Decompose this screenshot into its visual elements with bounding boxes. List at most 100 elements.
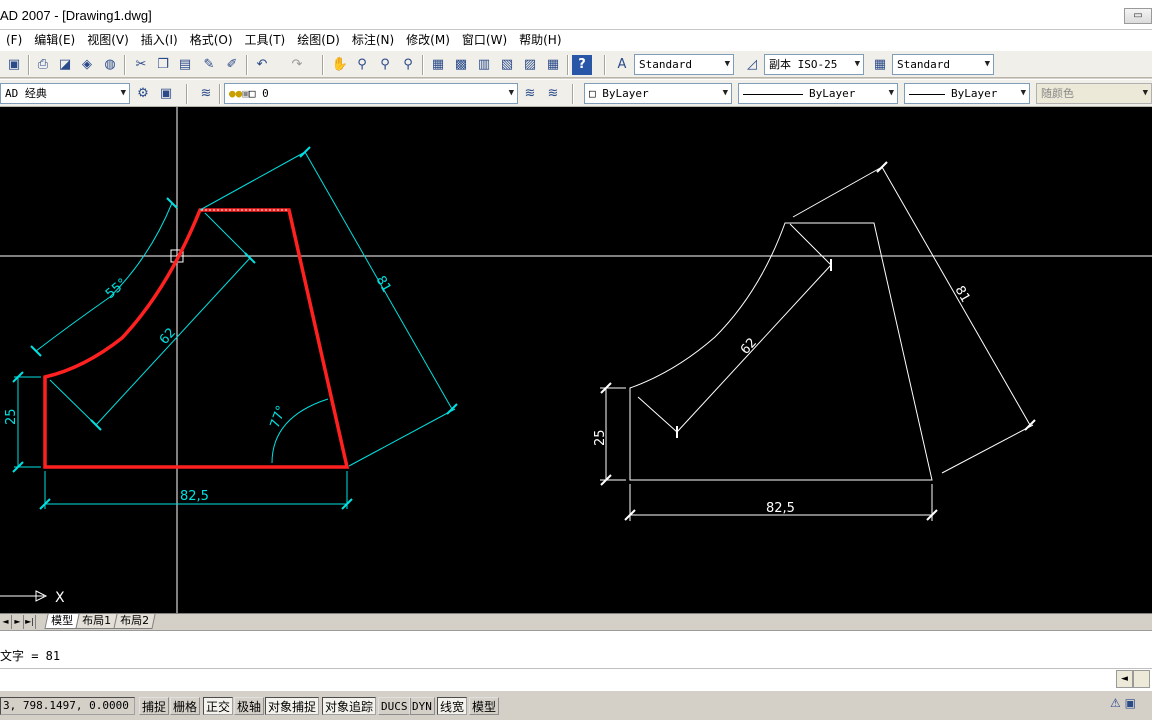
matchprop-icon[interactable]: ✎ (199, 55, 219, 75)
menu-insert[interactable]: 插入(I) (135, 30, 184, 50)
right-dimension-ticks (600, 161, 1036, 521)
communication-center-icon[interactable]: ⚠ (1110, 696, 1121, 710)
color-swatch-icon: □ (589, 87, 603, 100)
tool-palettes-icon[interactable]: ▥ (474, 55, 494, 75)
print-icon[interactable]: ⎙ (33, 55, 53, 75)
layout-tabs: ◄ ► ►| 模型 布局1 布局2 (0, 613, 1152, 629)
selected-profile[interactable] (43, 208, 350, 469)
snap-toggle[interactable]: 捕捉 (139, 697, 170, 715)
help-icon[interactable]: ? (572, 55, 592, 75)
paste-icon[interactable]: ▤ (175, 55, 195, 75)
command-divider (0, 668, 1152, 669)
linetype-select[interactable]: ByLayer ▼ (738, 83, 898, 104)
layer-manager-icon[interactable]: ≋ (196, 84, 216, 104)
menu-edit[interactable]: 编辑(E) (28, 30, 81, 50)
layer-select[interactable]: ●●▣□ 0 ▼ (224, 83, 518, 104)
restore-button[interactable]: ▭ (1124, 8, 1152, 24)
dim-left-radius: 62 (157, 325, 179, 347)
profile-outline[interactable] (43, 208, 350, 469)
tab-nav-next[interactable]: ► (12, 614, 24, 629)
left-dimension-texts: 82,5 25 81 62 55° 77° (4, 274, 394, 505)
osnap-toggle[interactable]: 对象捕捉 (265, 697, 320, 715)
dim-left-height: 25 (4, 408, 19, 425)
globe-icon[interactable]: ◍ (100, 55, 120, 75)
dim-right-slant: 81 (952, 284, 973, 306)
brush-icon[interactable]: ✐ (222, 55, 242, 75)
zoom-realtime-icon[interactable]: ⚲ (352, 55, 372, 75)
menu-window[interactable]: 窗口(W) (456, 30, 513, 50)
publish-icon[interactable]: ◈ (77, 55, 97, 75)
table-style-select[interactable]: Standard ▼ (892, 54, 994, 75)
layer-lock-icon: ▣ (242, 87, 249, 100)
reference-outline[interactable] (629, 222, 933, 481)
grid-toggle[interactable]: 栅格 (170, 697, 201, 715)
cut-icon[interactable]: ✂ (131, 55, 151, 75)
dim-right-height: 25 (593, 429, 608, 446)
drawing-canvas[interactable]: 82,5 25 81 62 55° 77° X 82,5 25 81 62 (0, 107, 1152, 613)
text-style-select[interactable]: Standard ▼ (634, 54, 734, 75)
tab-model[interactable]: 模型 (44, 614, 80, 629)
zoom-window-icon[interactable]: ⚲ (375, 55, 395, 75)
lineweight-select[interactable]: ByLayer ▼ (904, 83, 1030, 104)
color-select[interactable]: □ ByLayer ▼ (584, 83, 732, 104)
title-bar: AD 2007 - [Drawing1.dwg] ▭ (0, 0, 1152, 30)
lineweight-toggle[interactable]: 线宽 (437, 697, 468, 715)
window-controls: ▭ (1122, 8, 1152, 24)
tab-layout1[interactable]: 布局1 (75, 614, 118, 629)
markup-icon[interactable]: ▨ (520, 55, 540, 75)
sheet-set-icon[interactable]: ▧ (497, 55, 517, 75)
tab-nav-prev[interactable]: ◄ (0, 614, 12, 629)
dim-style-select[interactable]: 副本 ISO-25 ▼ (764, 54, 864, 75)
menu-tools[interactable]: 工具(T) (239, 30, 292, 50)
calculator-icon[interactable]: ▦ (543, 55, 563, 75)
menu-help[interactable]: 帮助(H) (513, 30, 567, 50)
coordinate-readout[interactable]: 3, 798.1497, 0.0000 (0, 697, 135, 715)
otrack-toggle[interactable]: 对象追踪 (322, 697, 377, 715)
undo-icon[interactable]: ↶ (252, 55, 272, 75)
polar-toggle[interactable]: 极轴 (234, 697, 265, 715)
workspace-save-icon[interactable]: ▣ (156, 84, 176, 104)
redo-icon[interactable]: ↷ (287, 55, 307, 75)
make-current-layer-icon[interactable]: ≋ (520, 84, 540, 104)
scroll-left-button[interactable]: ◄ (1116, 670, 1133, 688)
dim-left-slant: 81 (373, 274, 394, 296)
tab-layout2[interactable]: 布局2 (113, 614, 156, 629)
left-dimensions (14, 151, 456, 509)
menu-dimension[interactable]: 标注(N) (346, 30, 400, 50)
menu-format[interactable]: 格式(O) (184, 30, 239, 50)
layers-toolbar: AD 经典 ▼ ⚙ ▣ ≋ ●●▣□ 0 ▼ ≋ ≋ □ ByLayer ▼ ByLa… (0, 79, 1152, 107)
menu-view[interactable]: 视图(V) (81, 30, 135, 50)
toolbar-separator (322, 55, 324, 75)
menu-modify[interactable]: 修改(M) (400, 30, 456, 50)
properties-icon[interactable]: ▦ (428, 55, 448, 75)
ortho-toggle[interactable]: 正交 (203, 697, 234, 715)
status-menu-icon[interactable]: ▣ (1125, 696, 1136, 710)
right-dimension-texts: 82,5 25 81 62 (593, 284, 973, 517)
drawing-svg[interactable]: 82,5 25 81 62 55° 77° X 82,5 25 81 62 (0, 107, 1152, 613)
save-icon[interactable]: ▣ (4, 55, 24, 75)
workspace-settings-icon[interactable]: ⚙ (133, 84, 153, 104)
toolbar-separator (422, 55, 424, 75)
command-history: 文字 = 81 (0, 649, 61, 663)
toolbar-separator (219, 84, 221, 104)
plotstyle-select: 随颜色 ▼ (1036, 83, 1152, 104)
preview-icon[interactable]: ◪ (55, 55, 75, 75)
ducs-toggle[interactable]: DUCS (378, 697, 411, 715)
standard-toolbar: ▣ ⎙ ◪ ◈ ◍ ✂ ❐ ▤ ✎ ✐ ↶ ↷ ✋ ⚲ ⚲ ⚲ ▦ ▩ ▥ ▧ … (0, 50, 1152, 78)
layer-previous-icon[interactable]: ≋ (543, 84, 563, 104)
scroll-right-button[interactable] (1133, 670, 1150, 688)
dyn-toggle[interactable]: DYN (409, 697, 435, 715)
dim-style-icon: ◿ (747, 57, 757, 72)
copy-icon[interactable]: ❐ (153, 55, 173, 75)
layer-on-icon: ● (229, 87, 236, 100)
design-center-icon[interactable]: ▩ (451, 55, 471, 75)
workspace-select[interactable]: AD 经典 ▼ (0, 83, 130, 104)
pan-icon[interactable]: ✋ (330, 55, 350, 75)
tab-nav-last[interactable]: ►| (24, 614, 36, 629)
model-toggle[interactable]: 模型 (469, 697, 500, 715)
ucs-icon (0, 590, 48, 602)
menu-draw[interactable]: 绘图(D) (291, 30, 346, 50)
reference-profile[interactable] (629, 222, 933, 481)
menu-file[interactable]: (F) (0, 30, 28, 50)
zoom-previous-icon[interactable]: ⚲ (398, 55, 418, 75)
